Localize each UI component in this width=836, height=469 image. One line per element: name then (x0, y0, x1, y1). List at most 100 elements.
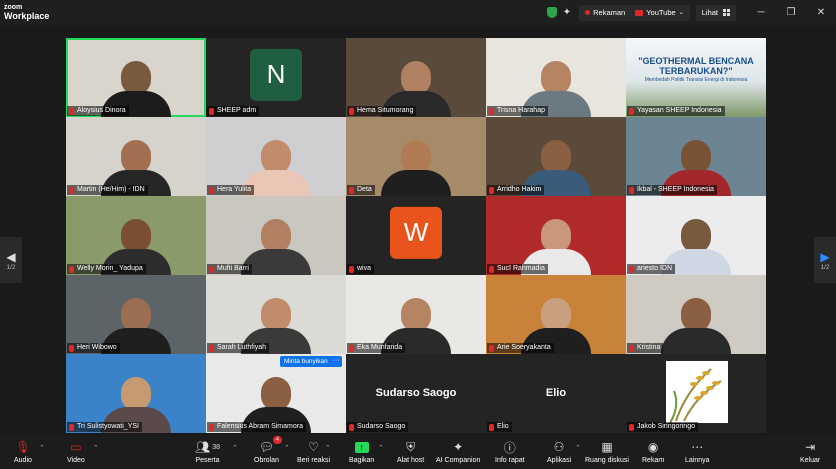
view-button[interactable]: Lihat (695, 4, 736, 21)
participant-tile[interactable]: Minta bunyikan ··· Falensius Abram Simamor… (206, 354, 346, 433)
participant-nameplate: Welly Morin_ Yadupa (67, 264, 146, 274)
previous-page-button[interactable]: ◀ 1/2 (0, 237, 22, 283)
participant-head (541, 219, 571, 253)
muted-microphone-icon (349, 344, 354, 352)
participant-tile[interactable]: Mufti Barri (206, 196, 346, 275)
shield-icon[interactable] (546, 7, 557, 18)
participant-name: Heri Wibowo (77, 344, 117, 351)
participant-video (661, 298, 731, 354)
restore-button[interactable]: ❐ (776, 7, 806, 18)
participant-tile[interactable]: Arie Soeryakanta (486, 275, 626, 354)
avatar-initial: W (390, 206, 442, 259)
participant-name: Trisna Harahap (497, 107, 545, 114)
share-options-caret[interactable]: ⌃ (378, 444, 384, 452)
ai-sparkle-icon[interactable]: ✦ (563, 7, 571, 18)
participant-tile[interactable]: Martin (He/Him) - IDN (66, 117, 206, 196)
next-page-button[interactable]: ▶ 1/2 (814, 237, 836, 283)
participant-tile[interactable]: Wwiva (346, 196, 486, 275)
participant-body (661, 328, 731, 354)
chat-icon: 💬︎ 4 (259, 436, 283, 455)
minimize-button[interactable]: ─ (746, 7, 776, 18)
participant-head (541, 298, 571, 332)
participant-name: Hera Yulita (217, 186, 252, 193)
title-bar: zoom Workplace ✦ Rekaman YouTube ⌄ Lihat… (0, 0, 836, 25)
participant-tile[interactable]: ariesto IDN (626, 196, 766, 275)
apps-icon: ⚇ (553, 440, 565, 454)
request-unmute-button[interactable]: Minta bunyikan (280, 356, 332, 367)
muted-microphone-icon: 🎙︎ (15, 440, 31, 454)
host-tools-button[interactable]: ⛨ Alat host (397, 439, 424, 465)
leave-button[interactable]: ⇥ Keluar (800, 439, 820, 464)
participant-tile[interactable]: Arridho Hakim (486, 117, 626, 196)
participant-head (121, 61, 151, 95)
muted-microphone-icon (349, 107, 354, 115)
apps-button[interactable]: ⚇ Aplikasi (547, 439, 571, 464)
muted-microphone-icon (489, 107, 494, 115)
tile-more-options-button[interactable]: ··· (330, 356, 342, 367)
chat-button[interactable]: 💬︎ 4 Obrolan (254, 436, 283, 464)
muted-microphone-icon (349, 265, 354, 273)
participant-tile[interactable]: N SHEEP adm (206, 38, 346, 117)
participant-name: Deta (357, 186, 372, 193)
participant-tile[interactable]: Aloysius Dinora (66, 38, 206, 117)
participant-nameplate: Trisna Harahap (487, 106, 548, 116)
participant-tile[interactable]: Kristina (626, 275, 766, 354)
participant-tile[interactable]: Tri Sulistyowati_YSI (66, 354, 206, 433)
breakout-rooms-button[interactable]: ▦ Ruang diskusi (585, 439, 629, 464)
participant-nameplate: Aloysius Dinora (67, 106, 129, 116)
participant-nameplate: Kristina (627, 343, 664, 353)
participant-tile[interactable]: Hera Yulita (206, 117, 346, 196)
meeting-info-button[interactable]: ⓘ Info rapat (495, 439, 525, 465)
participant-tile[interactable]: "GEOTHERMAL BENCANA TERBARUKAN?" Membedah… (626, 38, 766, 117)
ai-companion-button[interactable]: ✦ AI Companion (436, 439, 480, 464)
participants-options-caret[interactable]: ⌃ (232, 444, 238, 452)
participant-name: Sudarso Saogo (357, 423, 406, 430)
participant-name: Martin (He/Him) - IDN (77, 186, 145, 193)
participant-name: Sucī Rahmadia (497, 265, 545, 272)
participant-tile[interactable]: Sudarso Saogo Sudarso Saogo (346, 354, 486, 433)
participant-tile[interactable]: Sucī Rahmadia (486, 196, 626, 275)
participant-tile[interactable]: Ikbal - SHEEP Indonesia (626, 117, 766, 196)
close-button[interactable]: ✕ (806, 7, 836, 18)
participant-name: Arridho Hakim (497, 186, 542, 193)
audio-button[interactable]: 🎙︎ Audio (14, 439, 32, 464)
participant-head (681, 298, 711, 332)
participant-tile[interactable]: Hema Situmorang (346, 38, 486, 117)
apps-options-caret[interactable]: ⌃ (575, 444, 581, 452)
recording-label: Rekaman (593, 8, 626, 17)
participant-tile[interactable]: Heri Wibowo (66, 275, 206, 354)
participant-nameplate: Arie Soeryakanta (487, 343, 554, 353)
participants-button[interactable]: 👥︎ 38 Peserta (195, 439, 220, 464)
participant-tile[interactable]: Trisna Harahap (486, 38, 626, 117)
participant-tile[interactable]: Deta (346, 117, 486, 196)
share-button[interactable]: ↑ Bagikan (349, 439, 374, 464)
chevron-right-icon: ▶ (820, 249, 830, 264)
participant-tile[interactable]: Sarah Luthfiyah (206, 275, 346, 354)
more-label: Lainnya (685, 457, 710, 464)
chevron-down-icon: ⌄ (678, 10, 684, 16)
video-button[interactable]: ▭ Video (67, 439, 85, 464)
record-button[interactable]: ◉ Rekam (642, 439, 664, 464)
reactions-options-caret[interactable]: ⌃ (325, 444, 331, 452)
meeting-info-label: Info rapat (495, 457, 525, 464)
audio-options-caret[interactable]: ⌃ (39, 444, 45, 452)
chat-options-caret[interactable]: ⌃ (284, 444, 290, 452)
recording-status[interactable]: Rekaman YouTube ⌄ (579, 4, 690, 21)
poster-subtitle: Membedah Politik Transisi Energi di Indo… (644, 77, 748, 83)
participant-head (401, 140, 431, 174)
participant-tile[interactable]: Welly Morin_ Yadupa (66, 196, 206, 275)
video-options-caret[interactable]: ⌃ (93, 444, 99, 452)
participant-head (261, 298, 291, 332)
participant-tile[interactable]: Elio Elio (486, 354, 626, 433)
participant-tile[interactable]: Eka Munfarida (346, 275, 486, 354)
participant-display-name: Elio (545, 386, 567, 399)
more-button[interactable]: ⋯ Lainnya (685, 439, 710, 464)
muted-microphone-icon (209, 107, 214, 115)
participant-nameplate: Arridho Hakim (487, 185, 545, 195)
page-indicator-left: 1/2 (6, 263, 16, 271)
participant-nameplate: ariesto IDN (627, 264, 676, 274)
participant-tile[interactable]: Jakob Siringoringo (626, 354, 766, 433)
participant-video (381, 140, 451, 196)
participant-nameplate: Martin (He/Him) - IDN (67, 185, 148, 195)
participant-nameplate: Elio (487, 422, 512, 432)
